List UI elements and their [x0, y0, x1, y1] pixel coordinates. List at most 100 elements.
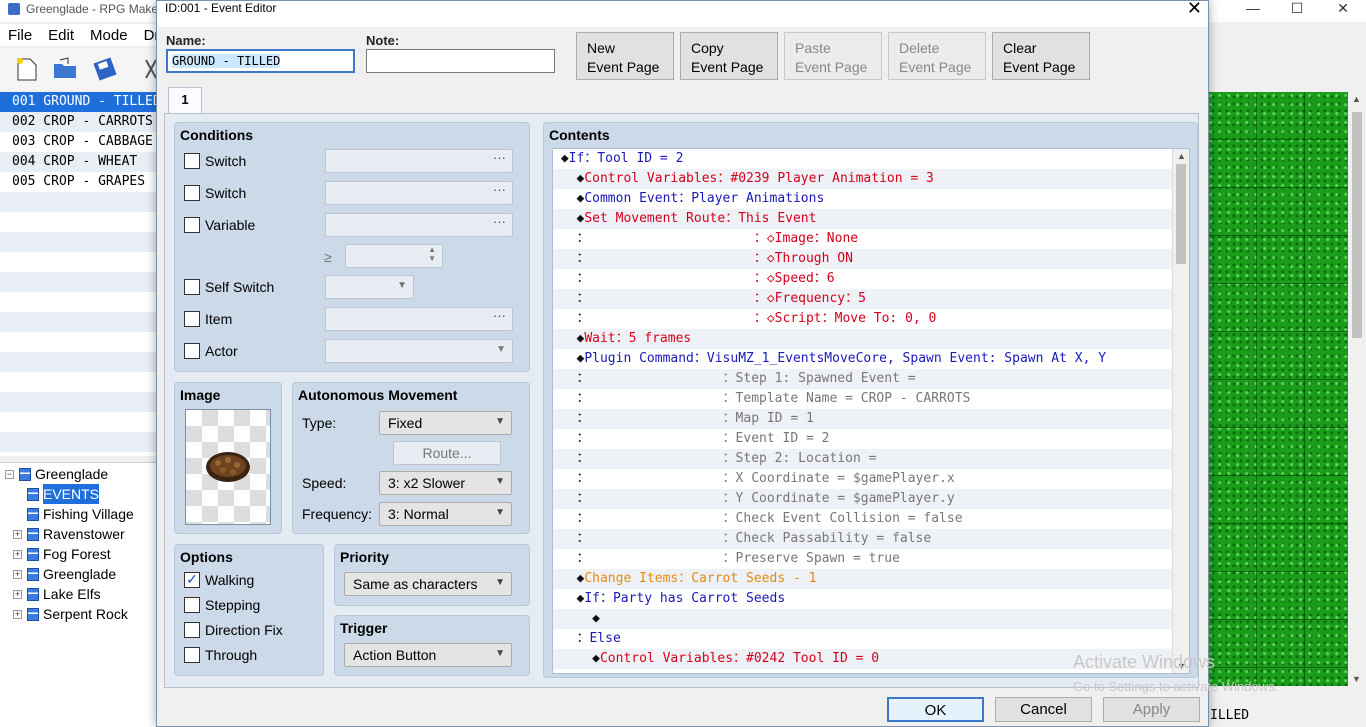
expand-icon[interactable]: + — [13, 549, 22, 559]
tree-item[interactable]: Fishing Village — [0, 504, 156, 524]
tree-item[interactable]: EVENTS — [0, 484, 156, 504]
tree-item[interactable]: + Greenglade — [0, 564, 156, 584]
command-row[interactable]: ◆Plugin Command：VisuMZ_1_EventsMoveCore,… — [553, 349, 1173, 369]
command-row[interactable]: ： ：Event ID = 2 — [553, 429, 1173, 449]
priority-select[interactable]: Same as characters ▼ — [344, 572, 512, 596]
cancel-button[interactable]: Cancel — [995, 697, 1092, 722]
through-checkbox[interactable] — [184, 647, 200, 663]
command-row[interactable]: ◆Change Items：Carrot Seeds - 1 — [553, 569, 1173, 589]
scroll-up-icon[interactable]: ▲ — [1352, 94, 1361, 104]
command-row[interactable]: ◆If：Tool ID = 2 — [553, 149, 1173, 169]
command-row[interactable]: ： ：Y Coordinate = $gamePlayer.y — [553, 489, 1173, 509]
scroll-down-icon[interactable]: ▼ — [1352, 674, 1361, 684]
variable-value-spinner[interactable]: ▲ ▼ — [345, 244, 443, 268]
event-list-empty-row[interactable] — [0, 392, 156, 412]
command-list-scrollbar[interactable]: ▲ ▼ — [1172, 149, 1189, 673]
event-list-empty-row[interactable] — [0, 352, 156, 372]
event-list-empty-row[interactable] — [0, 292, 156, 312]
tree-root[interactable]: − Greenglade — [0, 464, 156, 484]
command-row[interactable]: ◆ — [553, 609, 1173, 629]
direction-fix-checkbox[interactable] — [184, 622, 200, 638]
command-row[interactable]: ◆Common Event：Player Animations — [553, 189, 1173, 209]
command-row[interactable]: ： ：X Coordinate = $gamePlayer.x — [553, 469, 1173, 489]
event-list-empty-row[interactable] — [0, 412, 156, 432]
speed-select[interactable]: 3: x2 Slower ▼ — [379, 471, 512, 495]
maximize-icon[interactable]: ☐ — [1274, 0, 1320, 22]
copy-event-page-button[interactable]: Copy Event Page — [680, 32, 778, 80]
self-switch-checkbox[interactable] — [184, 279, 200, 295]
command-scroll-thumb[interactable] — [1176, 164, 1186, 264]
new-event-page-button[interactable]: New Event Page — [576, 32, 674, 80]
map-scroll-thumb[interactable] — [1352, 112, 1362, 338]
apply-button[interactable]: Apply — [1103, 697, 1200, 722]
collapse-icon[interactable]: − — [5, 469, 14, 479]
note-field[interactable] — [366, 49, 555, 73]
item-select[interactable]: ··· — [325, 307, 513, 331]
menu-file[interactable]: File — [0, 24, 40, 46]
ok-button[interactable]: OK — [887, 697, 984, 722]
actor-select[interactable]: ▼ — [325, 339, 513, 363]
switch1-checkbox[interactable] — [184, 153, 200, 169]
event-list-empty-row[interactable] — [0, 192, 156, 212]
scroll-up-icon[interactable]: ▲ — [1177, 151, 1186, 161]
map-scrollbar[interactable]: ▲ ▼ — [1348, 92, 1366, 686]
event-list-item[interactable]: 003 CROP - CABBAGE — [0, 132, 156, 152]
event-image-preview[interactable] — [185, 409, 271, 525]
event-list-empty-row[interactable] — [0, 272, 156, 292]
event-list-item[interactable]: 001 GROUND - TILLED — [0, 92, 161, 112]
name-field[interactable]: GROUND - TILLED — [166, 49, 355, 73]
event-list-empty-row[interactable] — [0, 312, 156, 332]
event-list-empty-row[interactable] — [0, 252, 156, 272]
command-row[interactable]: ◆If：Party has Carrot Seeds — [553, 589, 1173, 609]
event-list-empty-row[interactable] — [0, 432, 156, 452]
type-select[interactable]: Fixed ▼ — [379, 411, 512, 435]
command-row[interactable]: ： ：◇Through ON — [553, 249, 1173, 269]
event-list-empty-row[interactable] — [0, 372, 156, 392]
tree-item[interactable]: + Fog Forest — [0, 544, 156, 564]
tree-item[interactable]: + Ravenstower — [0, 524, 156, 544]
self-switch-select[interactable]: ▼ — [325, 275, 414, 299]
walking-checkbox[interactable]: ✓ — [184, 572, 200, 588]
clear-event-page-button[interactable]: Clear Event Page — [992, 32, 1090, 80]
command-row[interactable]: ： ：Preserve Spawn = true — [553, 549, 1173, 569]
save-project-icon[interactable] — [92, 56, 118, 82]
event-list-empty-row[interactable] — [0, 232, 156, 252]
switch1-select[interactable]: ··· — [325, 149, 513, 173]
paste-event-page-button[interactable]: Paste Event Page — [784, 32, 882, 80]
expand-icon[interactable] — [13, 490, 22, 499]
route-button[interactable]: Route... — [393, 441, 501, 465]
command-row[interactable]: ： ：◇Image：None — [553, 229, 1173, 249]
open-project-icon[interactable] — [52, 56, 78, 82]
expand-icon[interactable]: + — [13, 609, 22, 619]
command-row[interactable]: ： ：Template Name = CROP - CARROTS — [553, 389, 1173, 409]
event-list-item[interactable]: 004 CROP - WHEAT — [0, 152, 156, 172]
expand-icon[interactable]: + — [13, 589, 22, 599]
map-canvas[interactable] — [1208, 92, 1348, 686]
command-list[interactable]: ◆If：Tool ID = 2 ◆Control Variables：#0239… — [552, 148, 1190, 674]
variable-select[interactable]: ··· — [325, 213, 513, 237]
actor-checkbox[interactable] — [184, 343, 200, 359]
expand-icon[interactable]: + — [13, 569, 22, 579]
command-row[interactable]: ◆Wait：5 frames — [553, 329, 1173, 349]
switch2-select[interactable]: ··· — [325, 181, 513, 205]
command-row[interactable]: ： ：Step 2: Location = — [553, 449, 1173, 469]
menu-edit[interactable]: Edit — [40, 24, 82, 46]
command-row[interactable]: ： ：Check Event Collision = false — [553, 509, 1173, 529]
item-checkbox[interactable] — [184, 311, 200, 327]
delete-event-page-button[interactable]: Delete Event Page — [888, 32, 986, 80]
trigger-select[interactable]: Action Button ▼ — [344, 643, 512, 667]
variable-checkbox[interactable] — [184, 217, 200, 233]
app-close-icon[interactable]: ✕ — [1320, 0, 1366, 22]
event-list-item[interactable]: 002 CROP - CARROTS — [0, 112, 156, 132]
command-row[interactable]: ：Else — [553, 629, 1173, 649]
menu-mode[interactable]: Mode — [82, 24, 136, 46]
command-row[interactable]: ： ：Step 1: Spawned Event = — [553, 369, 1173, 389]
minimize-icon[interactable]: — — [1230, 0, 1276, 22]
command-row[interactable]: ： ：Check Passability = false — [553, 529, 1173, 549]
command-row[interactable]: ◆Set Movement Route：This Event — [553, 209, 1173, 229]
frequency-select[interactable]: 3: Normal ▼ — [379, 502, 512, 526]
switch2-checkbox[interactable] — [184, 185, 200, 201]
stepping-checkbox[interactable] — [184, 597, 200, 613]
command-row[interactable]: ： ：◇Frequency：5 — [553, 289, 1173, 309]
tree-item[interactable]: + Lake Elfs — [0, 584, 156, 604]
